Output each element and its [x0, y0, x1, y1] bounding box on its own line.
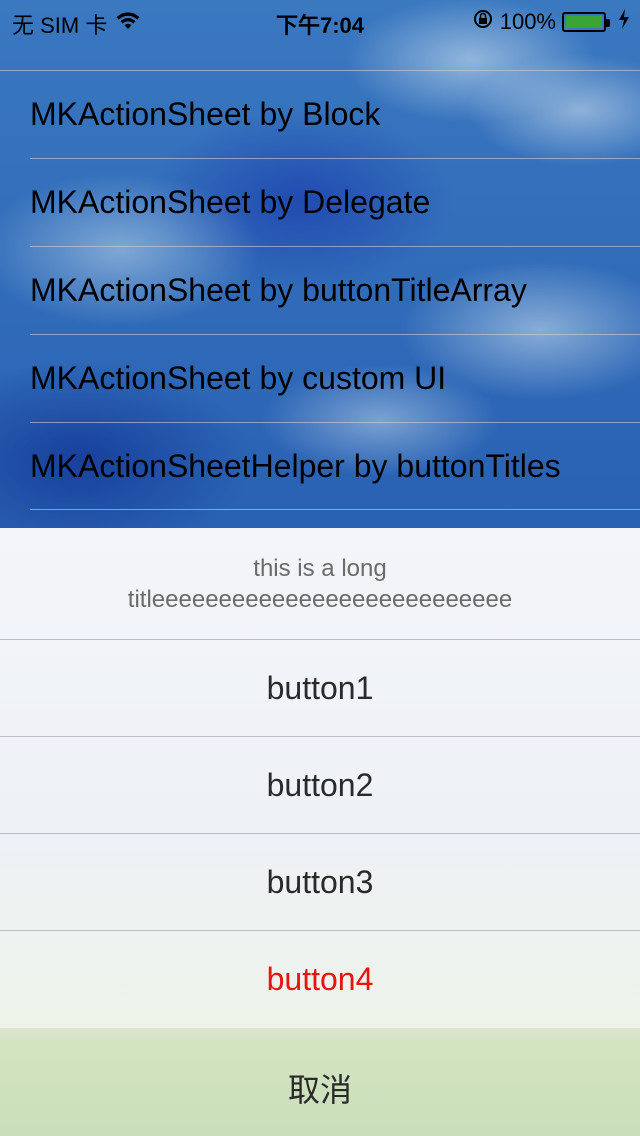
action-sheet-title: this is a long titleeeeeeeeeeeeeeeeeeeee…: [0, 528, 640, 640]
list-item-label: MKActionSheet by Delegate: [30, 183, 431, 220]
cancel-button[interactable]: 取消: [0, 1040, 640, 1136]
action-button-3[interactable]: button3: [0, 834, 640, 931]
status-right: 100%: [472, 8, 630, 36]
battery-tip: [606, 19, 610, 27]
action-button-1[interactable]: button1: [0, 640, 640, 737]
action-sheet-title-line2: titleeeeeeeeeeeeeeeeeeeeeeeeeee: [127, 585, 513, 613]
list-item-label: MKActionSheet by buttonTitleArray: [30, 271, 527, 308]
list-item-label: MKActionSheet by custom UI: [30, 359, 447, 396]
action-sheet-group: this is a long titleeeeeeeeeeeeeeeeeeeee…: [0, 528, 640, 1028]
list-item-custom-ui[interactable]: MKActionSheet by custom UI: [0, 334, 640, 422]
action-sheet-separator: [0, 1028, 640, 1040]
battery-icon: [562, 12, 610, 32]
action-sheet-title-line1: this is a long: [253, 554, 387, 582]
list-item-label: MKActionSheet by Block: [30, 95, 381, 132]
action-button-4[interactable]: button4: [0, 931, 640, 1028]
action-button-2[interactable]: button2: [0, 737, 640, 834]
list-item-label: MKActionSheetHelper by buttonTitles: [30, 447, 561, 484]
battery-percent: 100%: [499, 9, 556, 34]
list-item-block[interactable]: MKActionSheet by Block: [0, 70, 640, 158]
rotation-lock-icon: [472, 8, 494, 36]
action-sheet: this is a long titleeeeeeeeeeeeeeeeeeeee…: [0, 528, 640, 1136]
battery-fill: [566, 16, 602, 28]
status-bar: 无 SIM 卡 下午7:04 100%: [0, 0, 640, 40]
charging-icon: [618, 9, 630, 35]
demo-list: MKActionSheet by Block MKActionSheet by …: [0, 70, 640, 510]
list-item-helper-button-titles[interactable]: MKActionSheetHelper by buttonTitles: [0, 422, 640, 510]
list-item-button-title-array[interactable]: MKActionSheet by buttonTitleArray: [0, 246, 640, 334]
list-item-delegate[interactable]: MKActionSheet by Delegate: [0, 158, 640, 246]
